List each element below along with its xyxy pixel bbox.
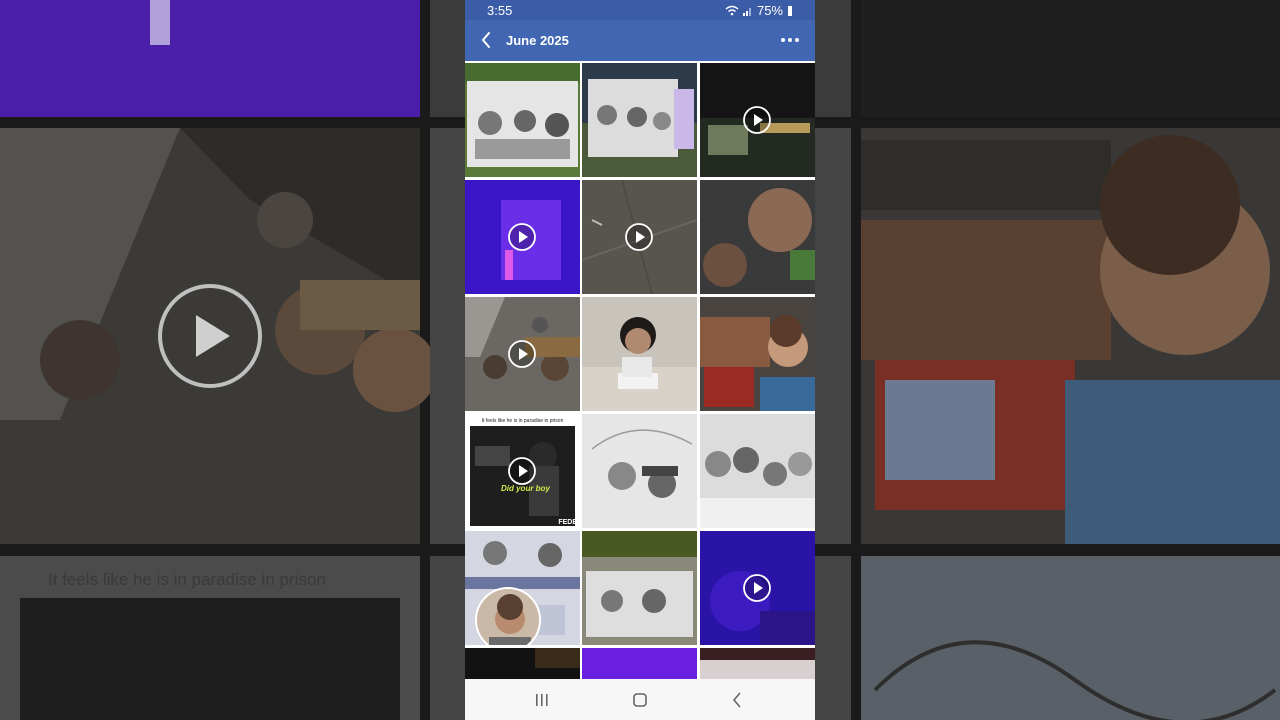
tile-image	[465, 648, 580, 679]
grid-tile[interactable]	[700, 297, 815, 411]
grid-tile[interactable]	[465, 648, 580, 679]
background-right-art	[815, 0, 1280, 720]
tile-image	[582, 648, 697, 679]
status-bar: 3:55 75%	[465, 0, 815, 20]
back-icon	[732, 692, 741, 708]
chevron-left-icon	[481, 32, 490, 48]
play-icon	[743, 106, 771, 134]
grid-tile[interactable]	[582, 531, 697, 645]
grid-tile[interactable]	[700, 414, 815, 528]
grid-tile[interactable]	[700, 63, 815, 177]
tile-image	[700, 180, 815, 294]
grid-tile[interactable]	[582, 648, 697, 679]
status-time: 3:55	[487, 3, 513, 18]
system-nav-bar	[465, 679, 815, 720]
tile-image	[582, 63, 697, 177]
wifi-icon	[725, 5, 739, 16]
grid-tile[interactable]	[700, 648, 815, 679]
app-bar: June 2025	[465, 20, 815, 61]
grid-tile[interactable]	[465, 531, 580, 645]
grid-tile[interactable]	[582, 63, 697, 177]
home-button[interactable]	[628, 689, 652, 711]
tile-image	[582, 414, 697, 528]
grid-tile[interactable]	[465, 297, 580, 411]
play-icon	[508, 223, 536, 251]
page-title: June 2025	[506, 33, 569, 48]
tile-image	[582, 297, 697, 411]
home-icon	[633, 693, 647, 707]
grid-tile[interactable]	[700, 180, 815, 294]
play-icon	[625, 223, 653, 251]
tile-image	[582, 531, 697, 645]
recent-apps-icon	[536, 694, 548, 706]
nav-back-button[interactable]	[726, 689, 750, 711]
grid-tile[interactable]	[582, 297, 697, 411]
background-left: It feels like he is in paradise in priso…	[0, 0, 465, 720]
battery-icon	[788, 6, 792, 16]
play-icon	[743, 574, 771, 602]
signal-icon	[742, 8, 751, 16]
tile-image	[465, 63, 580, 177]
meme-subtitle: Did your boy	[501, 484, 550, 493]
status-icons: 75%	[725, 3, 793, 18]
more-options-button[interactable]	[777, 28, 803, 52]
avatar-image	[477, 589, 539, 645]
tile-image	[700, 648, 815, 679]
grid-tile-meme[interactable]: It feels like he is in paradise in priso…	[465, 414, 580, 528]
meme-brand: FEDE	[558, 519, 577, 526]
avatar	[475, 587, 541, 645]
play-icon	[508, 340, 536, 368]
background-caption: It feels like he is in paradise in priso…	[48, 570, 326, 589]
tile-image	[700, 414, 815, 528]
grid-tile[interactable]	[582, 414, 697, 528]
grid-tile[interactable]	[465, 63, 580, 177]
meme-caption: It feels like he is in paradise in priso…	[481, 418, 564, 424]
grid-tile[interactable]	[465, 180, 580, 294]
play-icon	[508, 457, 536, 485]
background-right	[815, 0, 1280, 720]
back-button[interactable]	[475, 28, 499, 52]
grid-tile[interactable]	[582, 180, 697, 294]
grid-tile[interactable]	[700, 531, 815, 645]
more-horizontal-icon	[781, 38, 799, 42]
background-left-art	[0, 0, 465, 720]
phone-screen: 3:55 75% June 2025 It feels like he is i…	[465, 0, 815, 720]
recent-apps-button[interactable]	[530, 689, 554, 711]
tile-image	[700, 297, 815, 411]
battery-percentage: 75%	[756, 3, 783, 18]
